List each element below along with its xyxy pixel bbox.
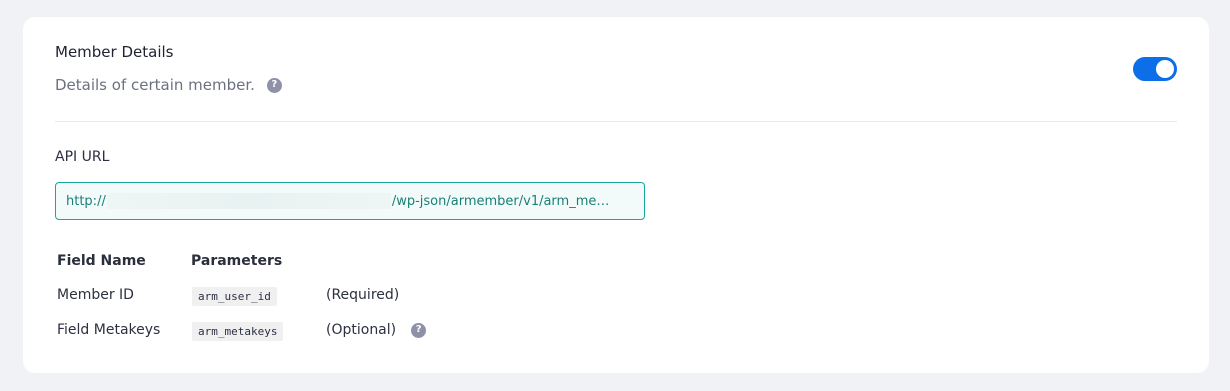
divider (55, 121, 1177, 122)
enable-toggle[interactable] (1133, 57, 1177, 81)
redacted-domain (106, 193, 391, 209)
row-member-id-name: Member ID (57, 287, 134, 303)
toggle-knob (1156, 60, 1174, 78)
question-circle-icon[interactable]: ? (411, 322, 427, 338)
row-field-metakeys-note: (Optional) (326, 322, 397, 338)
api-url-prefix: http:// (66, 193, 106, 209)
row-field-metakeys-note-wrap: (Optional) ? (326, 322, 427, 338)
member-details-card: Member Details Details of certain member… (23, 17, 1209, 373)
row-member-id-note: (Required) (326, 287, 400, 303)
section-subtitle: Details of certain member. ? (55, 76, 282, 94)
row-member-id-param: arm_user_id (192, 287, 277, 306)
api-url-field[interactable]: http:// /wp-json/armember/v1/arm_me… (55, 182, 645, 220)
question-circle-icon[interactable]: ? (266, 77, 282, 93)
column-header-parameters: Parameters (191, 253, 283, 269)
row-field-metakeys-param: arm_metakeys (192, 322, 284, 341)
row-field-metakeys-name: Field Metakeys (57, 322, 161, 338)
section-subtitle-text: Details of certain member. (55, 76, 255, 94)
api-url-suffix: /wp-json/armember/v1/arm_me… (391, 193, 610, 209)
section-title: Member Details (55, 43, 174, 61)
api-url-label: API URL (55, 149, 110, 165)
column-header-field-name: Field Name (57, 253, 146, 269)
